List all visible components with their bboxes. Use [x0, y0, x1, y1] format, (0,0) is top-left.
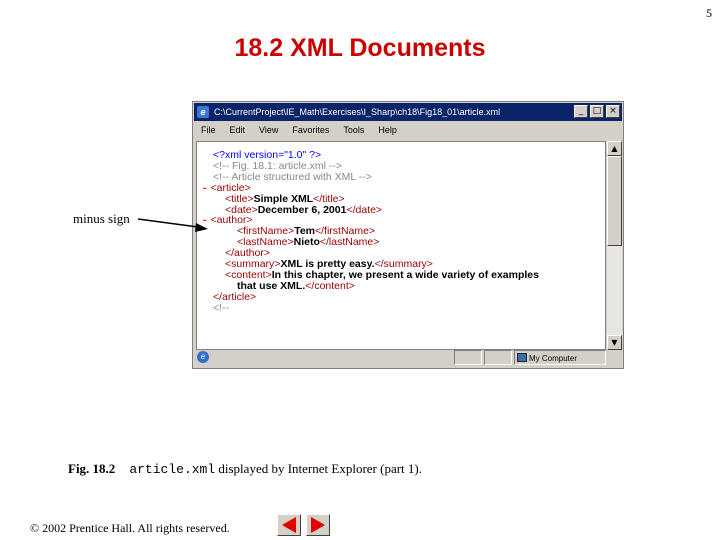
collapse-minus-icon[interactable]: - [203, 214, 207, 226]
status-pane [484, 350, 512, 365]
menu-bar: File Edit View Favorites Tools Help [194, 121, 622, 139]
menu-tools[interactable]: Tools [336, 121, 371, 139]
xml-text-content: December 6, 2001 [257, 203, 347, 216]
copyright-notice: © 2002 Prentice Hall. All rights reserve… [30, 521, 230, 535]
vertical-scrollbar[interactable]: ▲ ▼ [607, 141, 622, 350]
browser-title: C:\CurrentProject\IE_Math\Exercises\I_Sh… [214, 107, 501, 117]
ie-logo-icon: e [197, 106, 209, 118]
status-pane [454, 350, 482, 365]
xml-text-content: Nieto [293, 236, 320, 249]
scroll-up-arrow-icon[interactable]: ▲ [607, 141, 622, 156]
scroll-thumb[interactable] [607, 156, 622, 246]
security-zone: My Computer [514, 350, 606, 365]
left-arrow-icon [282, 517, 296, 533]
page-done-icon: e [197, 351, 209, 363]
right-arrow-icon [311, 517, 325, 533]
slide-title: 18.2 XML Documents [234, 34, 486, 62]
xml-tag: </lastName> [319, 236, 380, 249]
xml-tag: </content> [305, 279, 355, 292]
previous-slide-button[interactable] [277, 514, 301, 536]
computer-icon [517, 353, 527, 362]
xml-line: <!-- [213, 301, 230, 314]
window-controls: _ □ × [574, 105, 620, 118]
security-zone-label: My Computer [529, 354, 578, 363]
close-button[interactable]: × [606, 105, 620, 118]
scroll-down-arrow-icon[interactable]: ▼ [607, 335, 622, 350]
next-slide-button[interactable] [306, 514, 330, 536]
caption-text: displayed by Internet Explorer (part 1). [215, 461, 422, 476]
menu-file[interactable]: File [194, 121, 223, 139]
menu-view[interactable]: View [252, 121, 285, 139]
figure-caption: Fig. 18.2 article.xml displayed by Intern… [68, 461, 422, 477]
status-bar: e My Computer [194, 349, 622, 367]
collapse-minus-icon[interactable]: - [203, 182, 207, 194]
browser-titlebar: e C:\CurrentProject\IE_Math\Exercises\I_… [194, 103, 622, 121]
menu-favorites[interactable]: Favorites [285, 121, 336, 139]
annotation-label: minus sign [73, 211, 130, 226]
xml-tag: </date> [346, 203, 383, 216]
maximize-button[interactable]: □ [590, 105, 604, 118]
browser-window: e C:\CurrentProject\IE_Math\Exercises\I_… [192, 101, 624, 369]
minimize-button[interactable]: _ [574, 105, 588, 118]
figure-number: Fig. 18.2 [68, 461, 116, 476]
page-number: 5 [706, 6, 712, 20]
caption-filename: article.xml [129, 462, 216, 477]
xml-document-view: <?xml version="1.0" ?> <!-- Fig. 18.1: ar… [196, 141, 606, 350]
menu-edit[interactable]: Edit [223, 121, 253, 139]
menu-help[interactable]: Help [371, 121, 404, 139]
xml-comment: <!-- [213, 301, 230, 314]
xml-comment: --> [355, 170, 372, 183]
